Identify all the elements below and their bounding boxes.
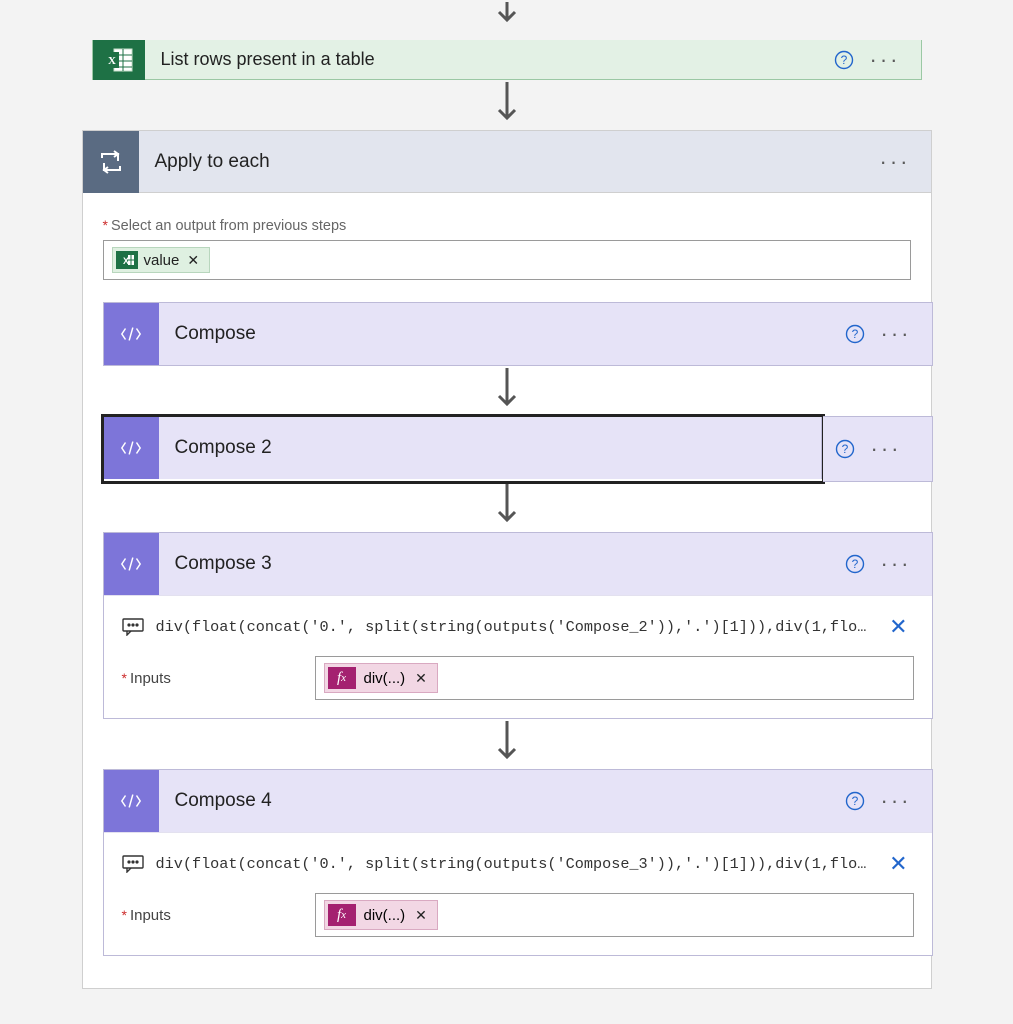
compose-3-body: div(float(concat('0.', split(string(outp… [104, 595, 932, 718]
apply-to-each-card: Apply to each ··· *Select an output from… [82, 130, 932, 989]
apply-to-each-header[interactable]: Apply to each ··· [83, 131, 931, 193]
compose-3-fx-chip[interactable]: fx div(...) ✕ [324, 663, 438, 693]
compose-3-inputs-field[interactable]: fx div(...) ✕ [315, 656, 914, 700]
value-chip-remove[interactable]: ✕ [185, 252, 201, 269]
fx-icon: fx [328, 904, 356, 926]
excel-mini-icon: X [116, 251, 138, 269]
compose-4-inputs-label: *Inputs [122, 907, 297, 924]
compose-4-fx-chip[interactable]: fx div(...) ✕ [324, 900, 438, 930]
apply-to-each-title: Apply to each [139, 151, 870, 173]
arrow-after-excel [0, 80, 1013, 130]
compose-3-card: Compose 3 ? ··· div(float(concat('0 [103, 532, 933, 719]
loop-icon [83, 131, 139, 193]
svg-text:?: ? [851, 794, 858, 808]
compose-3-peek: div(float(concat('0.', split(string(outp… [122, 610, 914, 656]
select-output-input[interactable]: X value ✕ [103, 240, 911, 280]
apply-to-each-body: *Select an output from previous steps X … [83, 193, 931, 988]
compose-3-fx-remove[interactable]: ✕ [413, 670, 429, 687]
help-icon[interactable]: ? [845, 324, 865, 344]
compose-icon [104, 533, 159, 595]
svg-text:?: ? [851, 557, 858, 571]
compose-3-header[interactable]: Compose 3 ? ··· [104, 533, 932, 595]
compose-4-fx-remove[interactable]: ✕ [413, 907, 429, 924]
value-chip[interactable]: X value ✕ [112, 247, 211, 273]
apply-menu-dots[interactable]: ··· [870, 149, 931, 175]
required-star: * [103, 217, 108, 233]
arrow-after-c1 [103, 366, 911, 416]
compose-4-expression: div(float(concat('0.', split(string(outp… [156, 855, 872, 873]
required-star: * [122, 907, 127, 923]
compose-2-side: ? ··· [823, 416, 933, 482]
help-icon[interactable]: ? [834, 50, 854, 70]
excel-action-card[interactable]: X List rows present in a table ? ··· [92, 40, 922, 80]
svg-text:?: ? [851, 327, 858, 341]
compose-4-fx-label: div(...) [364, 907, 406, 924]
arrow-after-c2 [103, 482, 911, 532]
compose-3-inputs-label: *Inputs [122, 670, 297, 687]
excel-icon: X [93, 40, 145, 80]
compose-3-fx-label: div(...) [364, 670, 406, 687]
compose-2-row: Compose 2 ? ··· [103, 416, 933, 482]
compose-2-card[interactable]: Compose 2 [103, 416, 823, 482]
compose-1-card[interactable]: Compose ? ··· [103, 302, 933, 366]
value-chip-label: value [144, 252, 180, 269]
compose-3-menu[interactable]: ··· [871, 551, 932, 577]
compose-2-menu[interactable]: ··· [861, 436, 922, 462]
compose-3-expression: div(float(concat('0.', split(string(outp… [156, 618, 872, 636]
comment-icon [122, 855, 144, 873]
compose-4-peek: div(float(concat('0.', split(string(outp… [122, 847, 914, 893]
compose-1-title: Compose [159, 323, 845, 345]
select-output-label: *Select an output from previous steps [103, 217, 911, 234]
compose-4-title: Compose 4 [159, 790, 845, 812]
svg-text:?: ? [841, 442, 848, 456]
compose-4-peek-close[interactable]: ✕ [883, 851, 913, 877]
compose-2-title: Compose 2 [159, 437, 821, 459]
flow-canvas: X List rows present in a table ? ··· App… [0, 0, 1013, 989]
compose-4-header[interactable]: Compose 4 ? ··· [104, 770, 932, 832]
comment-icon [122, 618, 144, 636]
help-icon[interactable]: ? [845, 554, 865, 574]
svg-text:?: ? [840, 53, 847, 67]
arrow-into-excel [0, 0, 1013, 40]
excel-action-title: List rows present in a table [145, 49, 834, 70]
compose-4-inputs-field[interactable]: fx div(...) ✕ [315, 893, 914, 937]
compose-3-inputs-row: *Inputs fx div(...) ✕ [122, 656, 914, 700]
help-icon[interactable]: ? [845, 791, 865, 811]
compose-icon [104, 770, 159, 832]
svg-text:X: X [108, 55, 116, 67]
compose-4-body: div(float(concat('0.', split(string(outp… [104, 832, 932, 955]
required-star: * [122, 670, 127, 686]
fx-icon: fx [328, 667, 356, 689]
compose-3-peek-close[interactable]: ✕ [883, 614, 913, 640]
arrow-after-c3 [103, 719, 911, 769]
compose-4-card: Compose 4 ? ··· div(float(concat('0 [103, 769, 933, 956]
apply-inner-steps: Compose ? ··· [103, 280, 911, 962]
compose-4-menu[interactable]: ··· [871, 788, 932, 814]
compose-3-title: Compose 3 [159, 553, 845, 575]
compose-1-menu[interactable]: ··· [871, 321, 932, 347]
compose-4-inputs-row: *Inputs fx div(...) ✕ [122, 893, 914, 937]
help-icon[interactable]: ? [835, 439, 855, 459]
compose-icon [104, 417, 159, 479]
excel-menu-dots[interactable]: ··· [860, 47, 921, 73]
compose-icon [104, 303, 159, 365]
